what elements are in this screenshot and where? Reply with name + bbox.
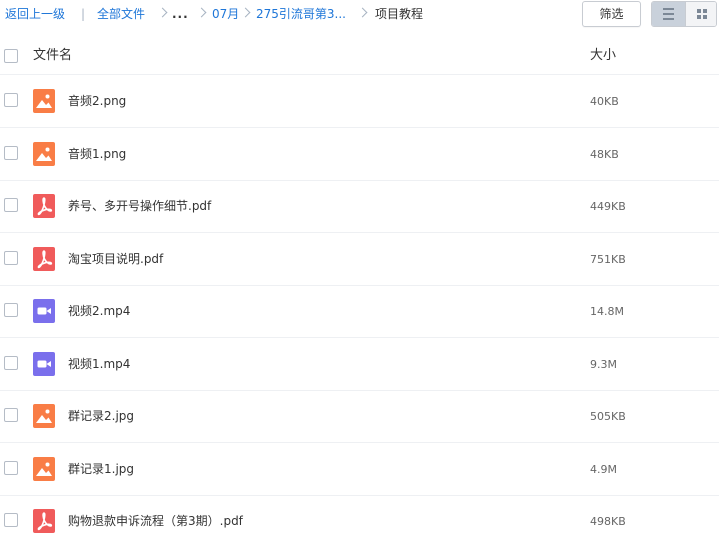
file-row[interactable]: 淘宝项目说明.pdf 751KB — [0, 233, 719, 286]
video-file-icon[interactable] — [33, 351, 55, 376]
pdf-file-icon[interactable] — [33, 246, 55, 271]
file-size: 498KB — [590, 515, 626, 528]
chevron-right-icon — [357, 7, 368, 18]
file-list-header: 文件名 大小 — [0, 37, 719, 75]
row-checkbox[interactable] — [4, 250, 18, 265]
file-size: 505KB — [590, 410, 626, 423]
image-file-icon[interactable] — [33, 404, 55, 428]
breadcrumb-folder[interactable]: 275引流哥第3... — [256, 7, 346, 21]
file-row[interactable]: 视频2.mp4 14.8M — [0, 285, 719, 338]
row-checkbox[interactable] — [4, 513, 18, 527]
row-checkbox[interactable] — [4, 145, 18, 160]
file-size: 4.9M — [590, 462, 617, 476]
back-link[interactable]: 返回上一级 — [5, 7, 65, 21]
breadcrumb-separator: | — [81, 7, 86, 21]
file-row[interactable]: 群记录2.jpg 505KB — [0, 390, 719, 443]
file-size: 14.8M — [590, 305, 624, 318]
chevron-right-icon — [196, 7, 207, 18]
chevron-right-icon — [157, 7, 168, 18]
file-name[interactable]: 视频2.mp4 — [68, 304, 130, 319]
file-row[interactable]: 视频1.mp4 9.3M — [0, 338, 719, 391]
file-size: 449KB — [590, 200, 626, 213]
column-header-name[interactable]: 文件名 — [33, 48, 72, 63]
top-toolbar: 返回上一级 | 全部文件 ... 07月 275引流哥第3... 项目教程 筛选 — [0, 0, 719, 32]
file-size: 9.3M — [590, 357, 617, 371]
file-name[interactable]: 淘宝项目说明.pdf — [68, 252, 163, 267]
breadcrumb-current: 项目教程 — [375, 7, 424, 21]
row-checkbox[interactable] — [4, 198, 18, 212]
file-size: 40KB — [590, 95, 619, 108]
select-all-checkbox[interactable] — [4, 49, 18, 63]
file-row[interactable]: 音频2.png 40KB — [0, 75, 719, 128]
breadcrumb-month[interactable]: 07月 — [212, 7, 239, 21]
list-view-button[interactable] — [652, 2, 685, 26]
breadcrumb-all-files[interactable]: 全部文件 — [97, 7, 145, 21]
image-file-icon[interactable] — [33, 456, 55, 481]
row-checkbox[interactable] — [4, 460, 18, 475]
breadcrumb-ellipsis[interactable]: ... — [172, 7, 189, 21]
file-row[interactable]: 音频1.png 48KB — [0, 128, 719, 181]
row-checkbox[interactable] — [4, 93, 18, 107]
filter-button[interactable]: 筛选 — [582, 1, 641, 27]
file-size: 751KB — [590, 252, 626, 266]
row-checkbox[interactable] — [4, 408, 18, 422]
grid-view-button[interactable] — [685, 2, 716, 26]
column-header-size[interactable]: 大小 — [590, 48, 616, 63]
pdf-file-icon[interactable] — [33, 509, 55, 533]
file-name[interactable]: 音频1.png — [68, 147, 126, 162]
chevron-right-icon — [240, 7, 251, 18]
file-name[interactable]: 养号、多开号操作细节.pdf — [68, 199, 211, 214]
file-name[interactable]: 群记录2.jpg — [68, 409, 134, 424]
row-checkbox[interactable] — [4, 355, 18, 370]
file-name[interactable]: 购物退款申诉流程（第3期）.pdf — [68, 514, 243, 529]
file-name[interactable]: 音频2.png — [68, 94, 126, 109]
file-row[interactable]: 群记录1.jpg 4.9M — [0, 443, 719, 496]
file-size: 48KB — [590, 147, 619, 161]
file-row[interactable]: 养号、多开号操作细节.pdf 449KB — [0, 180, 719, 233]
image-file-icon[interactable] — [33, 141, 55, 166]
row-checkbox[interactable] — [4, 303, 18, 317]
image-file-icon[interactable] — [33, 89, 55, 113]
pdf-file-icon[interactable] — [33, 194, 55, 218]
file-row[interactable]: 购物退款申诉流程（第3期）.pdf 498KB — [0, 495, 719, 541]
video-file-icon[interactable] — [33, 299, 55, 323]
file-name[interactable]: 群记录1.jpg — [68, 462, 134, 477]
view-toggle — [651, 1, 717, 27]
file-name[interactable]: 视频1.mp4 — [68, 357, 130, 372]
